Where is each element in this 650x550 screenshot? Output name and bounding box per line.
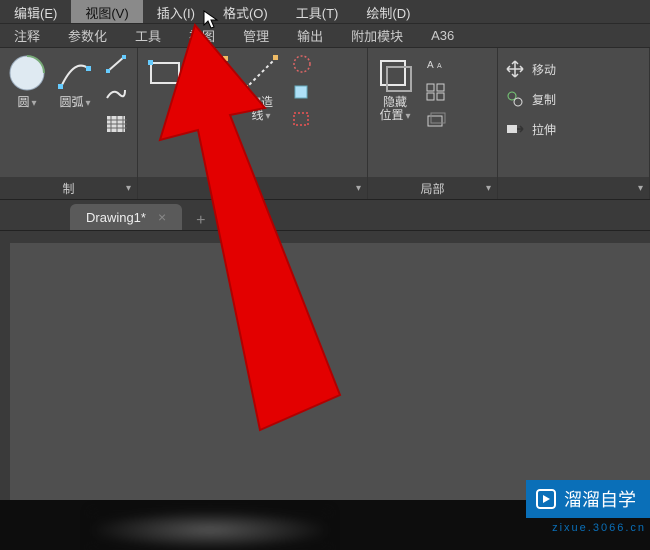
tool-select-red[interactable] [288,108,316,132]
ribbon-tab-manage[interactable]: 管理 [229,22,283,49]
panel-view-footer-label: 局部 [420,180,444,197]
ribbon-tab-tools[interactable]: 工具 [121,22,175,49]
panel-view-footer[interactable]: 局部▾ [368,177,497,199]
tool-copy[interactable]: 复制 [504,86,556,112]
tool-text-scale[interactable]: AA [422,52,450,76]
panel-modify-footer[interactable]: ▾ [498,177,649,199]
circle-icon [6,52,48,94]
hide-icon [374,52,416,94]
watermark: 溜溜自学 zixue.3066.cn [526,480,650,518]
tool-construction-line[interactable]: 构造 线▾ [240,52,282,122]
menu-edit[interactable]: 编辑(E) [0,0,71,23]
add-tab-icon[interactable]: + [196,212,205,230]
document-tab-title: Drawing1* [86,210,146,225]
tool-stretch[interactable]: 拉伸 [504,116,556,142]
tool-circle-label: 圆 [17,95,29,109]
construction-line-icon [240,52,282,94]
document-tab-bar: Drawing1* × + [0,200,650,230]
menu-view[interactable]: 视图(V) [71,0,142,23]
panel-modify: 移动 复制 拉伸 ▾ [498,48,650,199]
tool-line[interactable] [102,52,130,76]
panel-construction: 射线 模… 构造 线▾ ▾ [138,48,368,199]
tool-hide-position[interactable]: 隐藏 位置▾ [374,52,416,122]
tool-rectangle[interactable] [144,52,186,94]
tool-ray-label: 射线 模… [201,96,225,122]
watermark-text: 溜溜自学 [564,486,636,512]
ribbon-tab-view[interactable]: 视图 [175,22,229,49]
tool-polyline[interactable] [102,82,130,106]
tool-arc[interactable]: 圆弧▾ [54,52,96,109]
play-icon [536,489,556,509]
ray-icon [192,52,234,94]
tool-copy-label: 复制 [532,91,556,108]
document-tab[interactable]: Drawing1* × [70,204,182,230]
tool-cube[interactable] [288,80,316,104]
watermark-sub: zixue.3066.cn [552,522,646,534]
tool-ray[interactable]: 射线 模… [192,52,234,122]
tool-polygon[interactable] [288,52,316,76]
ribbon-tab-parametric[interactable]: 参数化 [54,22,121,49]
ribbon-tab-strip: 注释 参数化 工具 视图 管理 输出 附加模块 A36 [0,24,650,48]
menu-format[interactable]: 格式(O) [209,0,282,23]
drawing-canvas[interactable] [0,230,650,500]
ribbon-tab-a360[interactable]: A36 [417,24,468,47]
panel-draw-footer[interactable]: 制▾ [0,177,137,199]
panel-draw: 圆▾ 圆弧▾ 制▾ [0,48,138,199]
tool-hide-label: 隐藏 位置 [379,95,407,122]
tool-hatch[interactable] [102,112,130,136]
tool-move[interactable]: 移动 [504,56,556,82]
tool-circle[interactable]: 圆▾ [6,52,48,109]
arc-icon [54,52,96,94]
menu-insert[interactable]: 插入(I) [143,0,209,23]
scrollbar-vertical[interactable] [0,243,10,500]
panel-draw-footer-label: 制 [62,180,74,197]
menu-tools[interactable]: 工具(T) [282,0,353,23]
rectangle-icon [144,52,186,94]
panel-view: 隐藏 位置▾ AA 局部▾ [368,48,498,199]
ribbon-tab-annotate[interactable]: 注释 [0,22,54,49]
tool-grid[interactable] [422,80,450,104]
move-icon [504,58,526,80]
close-tab-icon[interactable]: × [158,209,166,225]
ribbon-tab-addons[interactable]: 附加模块 [337,22,417,49]
ribbon: 圆▾ 圆弧▾ 制▾ [0,48,650,200]
menu-draw[interactable]: 绘制(D) [352,0,424,23]
menu-bar: 编辑(E) 视图(V) 插入(I) 格式(O) 工具(T) 绘制(D) [0,0,650,24]
stretch-icon [504,118,526,140]
tool-move-label: 移动 [532,61,556,78]
copy-icon [504,88,526,110]
ribbon-tab-output[interactable]: 输出 [283,22,337,49]
svg-text:A: A [437,63,442,70]
svg-text:A: A [427,60,434,71]
tool-stretch-label: 拉伸 [532,121,556,138]
tool-layer[interactable] [422,108,450,132]
panel-construction-footer[interactable]: ▾ [138,177,367,199]
tool-arc-label: 圆弧 [59,95,83,109]
